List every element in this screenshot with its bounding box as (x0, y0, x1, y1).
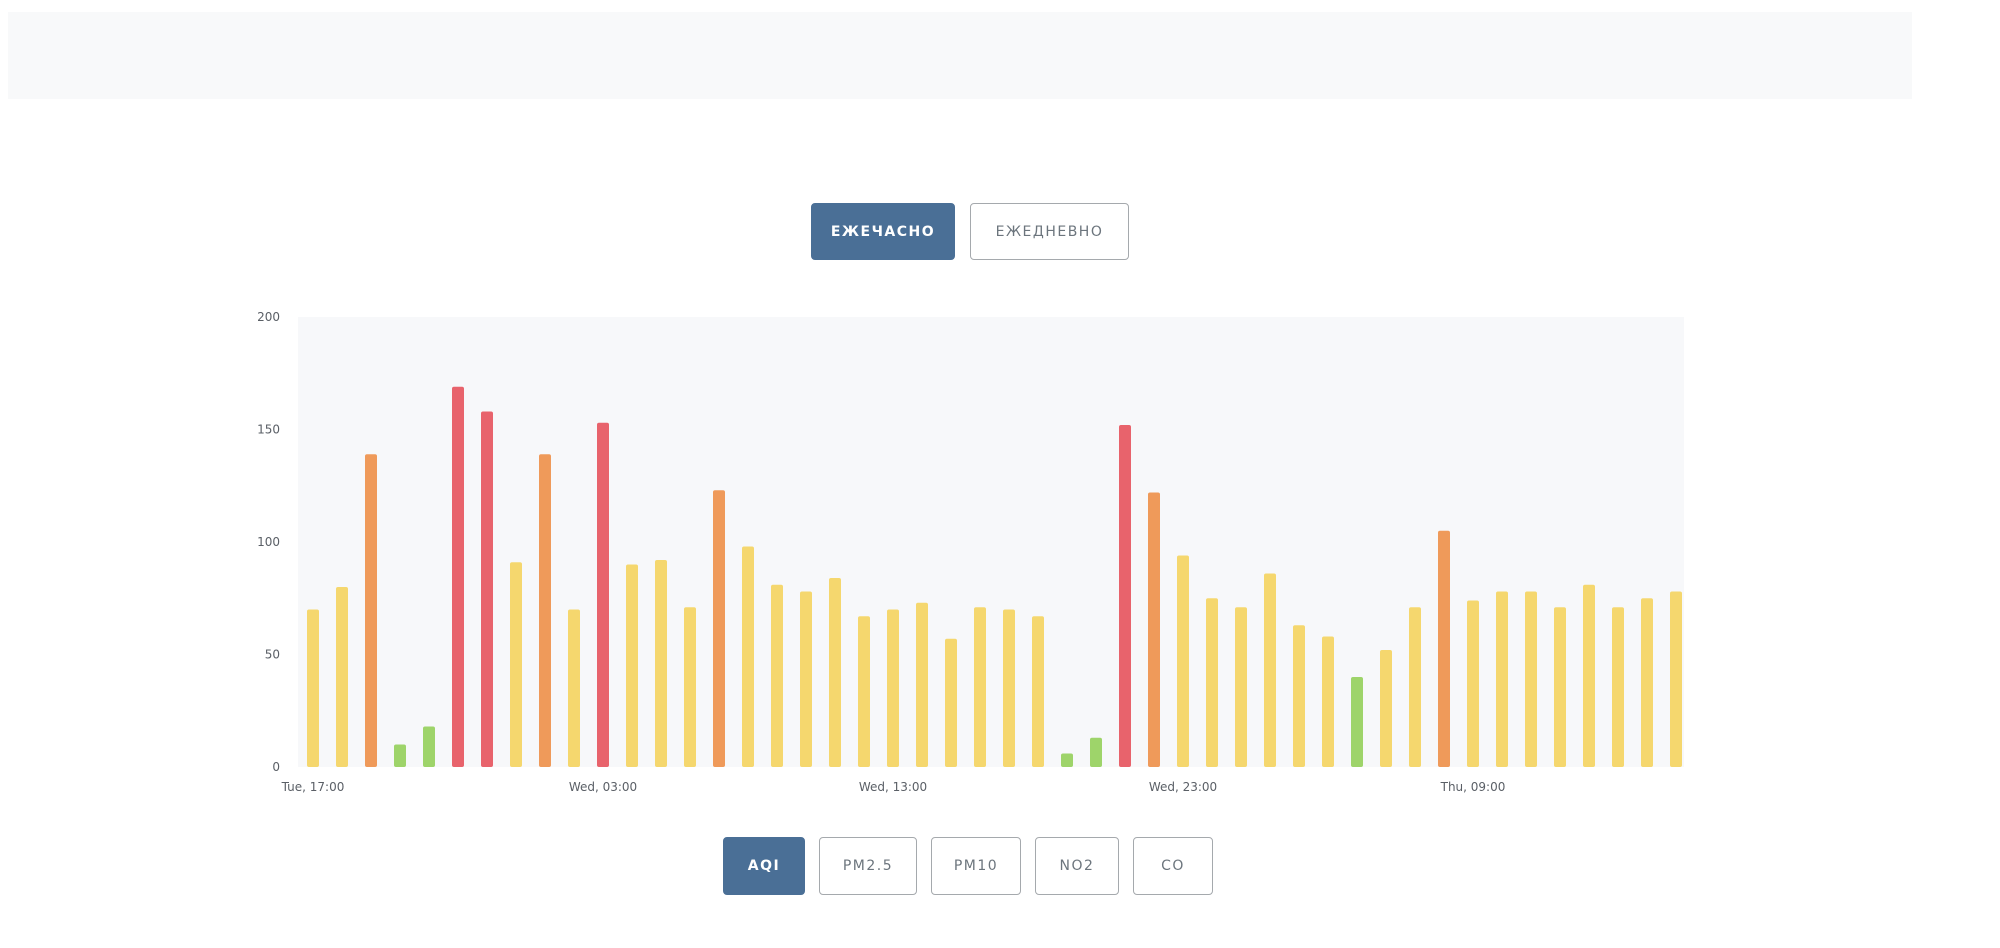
bar[interactable] (829, 578, 841, 767)
bar[interactable] (887, 609, 899, 768)
bar[interactable] (1554, 607, 1566, 767)
bar[interactable] (1119, 425, 1131, 767)
bar[interactable] (1322, 636, 1334, 768)
x-axis: Tue, 17:00 Wed, 03:00 Wed, 13:00 Wed, 23:00… (281, 780, 1506, 794)
bar[interactable] (1003, 609, 1015, 768)
bar[interactable] (684, 607, 696, 767)
bar[interactable] (1235, 607, 1247, 767)
bar[interactable] (568, 609, 580, 768)
bar[interactable] (1583, 584, 1595, 767)
bar[interactable] (1148, 492, 1160, 768)
y-tick-label: 0 (272, 760, 280, 774)
bar[interactable] (1177, 555, 1189, 768)
x-tick-label: Wed, 23:00 (1149, 780, 1217, 794)
bar[interactable] (1293, 625, 1305, 767)
bar[interactable] (1032, 616, 1044, 767)
bar[interactable] (858, 616, 870, 767)
bar[interactable] (365, 454, 377, 767)
bar[interactable] (1525, 591, 1537, 768)
aqi-bar-chart: 0 50 100 150 200 Tue, 17:00 Wed, 03:00 Wed, 13… (257, 310, 1684, 794)
bar[interactable] (945, 638, 957, 767)
bar[interactable] (336, 587, 348, 767)
bar[interactable] (394, 744, 406, 768)
bar[interactable] (655, 560, 667, 767)
bar[interactable] (713, 490, 725, 767)
aqi-button[interactable]: AQI (723, 837, 805, 895)
pollutant-selector: AQI PM2.5 PM10 NO2 CO (723, 837, 1213, 895)
bar[interactable] (1409, 607, 1421, 767)
y-tick-label: 50 (265, 648, 280, 662)
y-tick-label: 150 (257, 423, 280, 437)
bar[interactable] (307, 609, 319, 768)
bar[interactable] (1438, 530, 1450, 767)
no2-button[interactable]: NO2 (1035, 837, 1119, 895)
bar[interactable] (1380, 650, 1392, 767)
bar[interactable] (1641, 598, 1653, 767)
bar[interactable] (1496, 591, 1508, 768)
bar[interactable] (423, 726, 435, 768)
bar[interactable] (916, 602, 928, 767)
y-tick-label: 200 (257, 310, 280, 324)
bar[interactable] (1612, 607, 1624, 767)
bar[interactable] (452, 386, 464, 767)
bar[interactable] (800, 591, 812, 768)
bar[interactable] (1467, 600, 1479, 768)
bar[interactable] (481, 411, 493, 768)
bar[interactable] (1351, 677, 1363, 767)
y-axis: 0 50 100 150 200 (257, 310, 280, 774)
y-tick-label: 100 (257, 535, 280, 549)
bar[interactable] (1264, 573, 1276, 768)
bar[interactable] (1206, 598, 1218, 767)
bar[interactable] (1061, 753, 1073, 768)
x-tick-label: Thu, 09:00 (1440, 780, 1506, 794)
bar[interactable] (510, 562, 522, 767)
x-tick-label: Wed, 03:00 (569, 780, 637, 794)
bar[interactable] (626, 564, 638, 768)
bar[interactable] (539, 454, 551, 767)
bar[interactable] (974, 607, 986, 767)
pm25-button[interactable]: PM2.5 (819, 837, 917, 895)
x-tick-label: Tue, 17:00 (281, 780, 345, 794)
bar[interactable] (597, 422, 609, 767)
bar[interactable] (1090, 737, 1102, 767)
pm10-button[interactable]: PM10 (931, 837, 1021, 895)
bar[interactable] (771, 584, 783, 767)
bar[interactable] (742, 546, 754, 768)
co-button[interactable]: CO (1133, 837, 1213, 895)
bar[interactable] (1670, 591, 1682, 768)
x-tick-label: Wed, 13:00 (859, 780, 927, 794)
